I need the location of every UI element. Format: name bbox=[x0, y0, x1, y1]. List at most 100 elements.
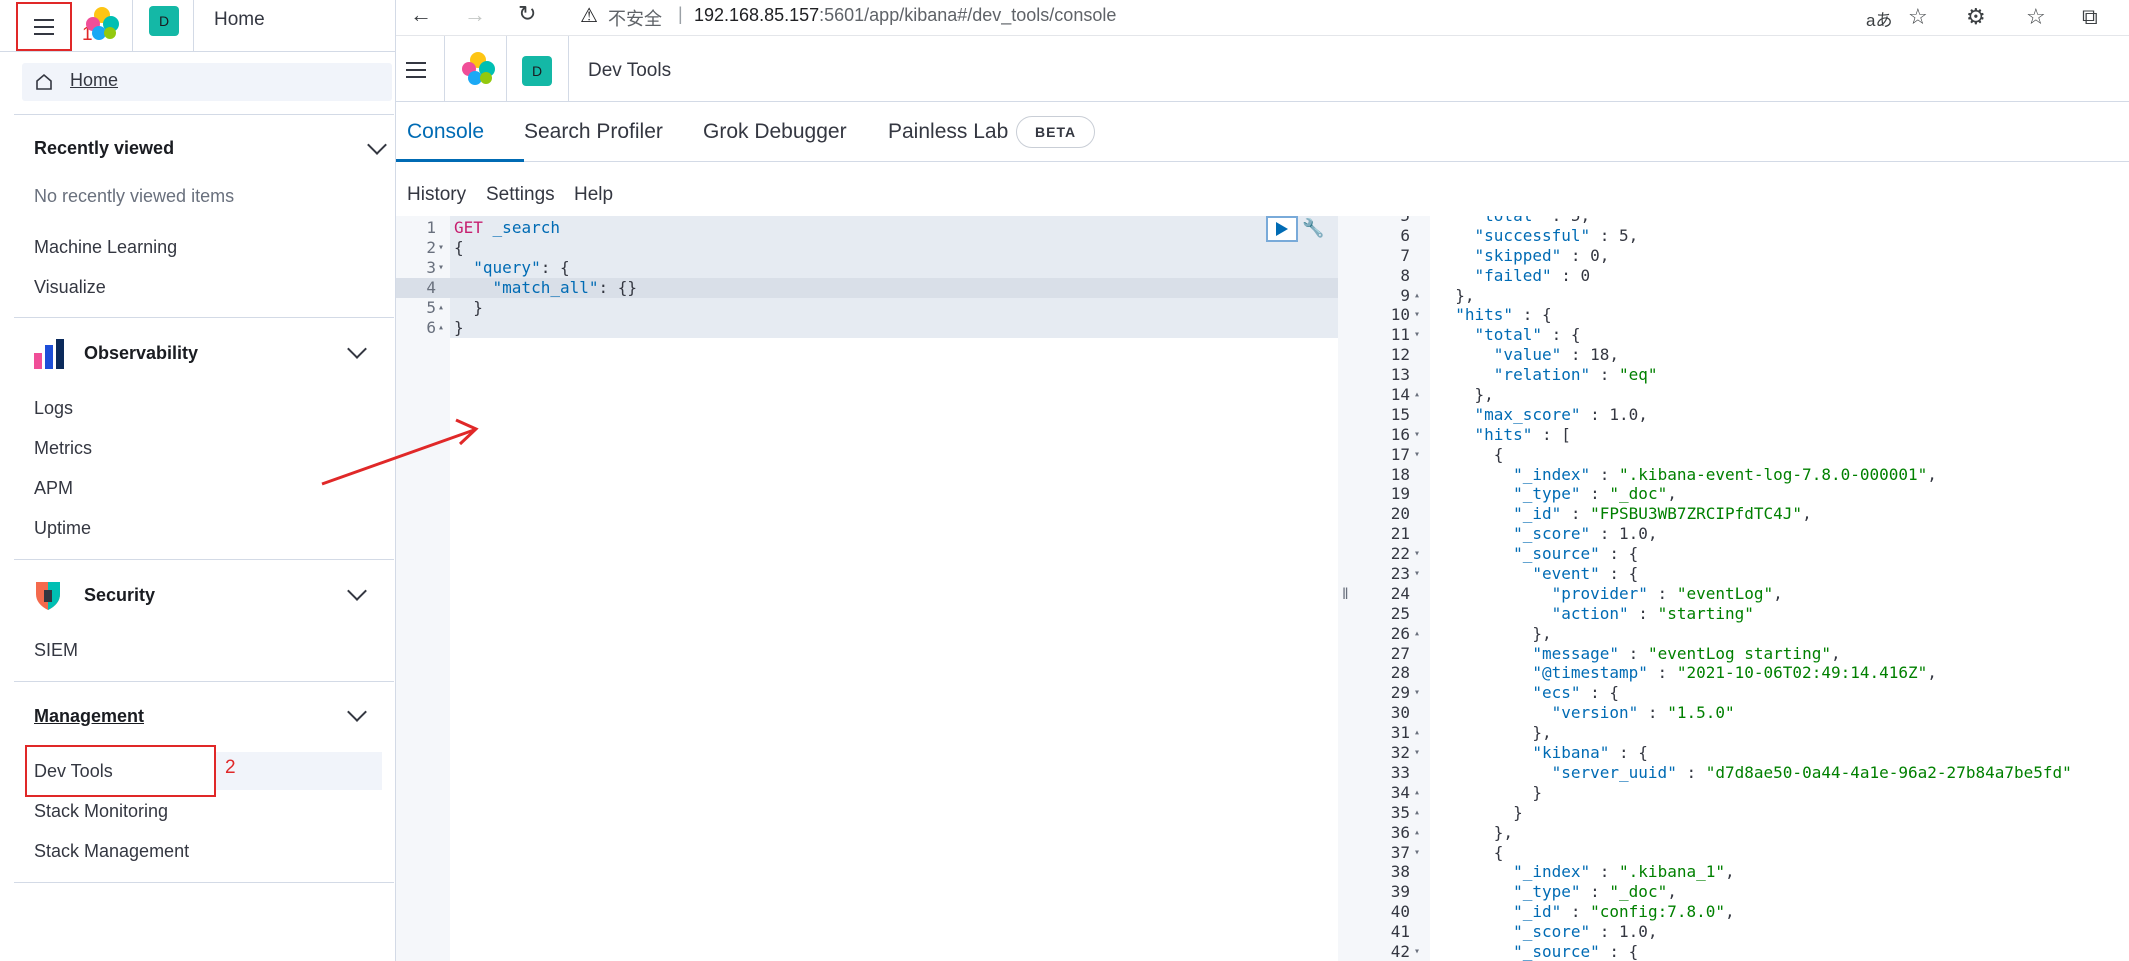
fold-toggle-icon[interactable]: ▾ bbox=[1414, 325, 1420, 345]
code-text: }, bbox=[1436, 623, 1552, 643]
menu-toggle-button[interactable] bbox=[16, 2, 72, 51]
editor-line[interactable]: 4 "match_all": {} bbox=[396, 278, 1296, 298]
tab-console[interactable]: Console bbox=[407, 120, 484, 144]
collections-icon[interactable]: ⧉ bbox=[2082, 4, 2098, 30]
line-number: 25 bbox=[1390, 603, 1410, 623]
fold-toggle-icon[interactable]: ▴ bbox=[1414, 783, 1420, 803]
editor-line[interactable]: 5 ▴ } bbox=[396, 298, 1296, 318]
fold-toggle-icon[interactable]: ▾ bbox=[438, 238, 444, 258]
fold-toggle-icon[interactable]: ▾ bbox=[438, 258, 444, 278]
code-text: "_type" : "_doc", bbox=[1513, 484, 1677, 504]
line-number: 27 bbox=[1390, 643, 1410, 663]
header-divider bbox=[506, 36, 507, 102]
favorites-icon[interactable]: ☆ bbox=[2026, 4, 2046, 30]
kibana-header: D Dev Tools bbox=[396, 36, 2129, 102]
fold-toggle-icon[interactable]: ▾ bbox=[1414, 683, 1420, 703]
tab-grok-debugger[interactable]: Grok Debugger bbox=[703, 120, 847, 144]
nav-item-stack-monitoring[interactable]: Stack Monitoring bbox=[34, 801, 168, 822]
space-avatar[interactable]: D bbox=[522, 56, 552, 86]
chevron-down-icon[interactable] bbox=[347, 339, 367, 359]
code-text: "hits" : { bbox=[1455, 305, 1552, 325]
forward-arrow-icon[interactable]: → bbox=[464, 2, 486, 28]
nav-item-stack-management[interactable]: Stack Management bbox=[34, 841, 189, 862]
nav-item-metrics[interactable]: Metrics bbox=[34, 438, 92, 459]
pane-resizer[interactable]: ‖ bbox=[1338, 216, 1358, 961]
response-output[interactable]: 5 "total" : 5, 6 "successful" : 5, 7 "skip… bbox=[1358, 216, 2129, 961]
hamburger-icon bbox=[34, 18, 54, 35]
hamburger-icon[interactable] bbox=[406, 62, 426, 78]
nav-item-uptime[interactable]: Uptime bbox=[34, 518, 91, 539]
breadcrumb-home[interactable]: Home bbox=[214, 9, 265, 31]
editor-line[interactable]: 3 ▾ "query": { bbox=[396, 258, 1296, 278]
tab-search-profiler[interactable]: Search Profiler bbox=[524, 120, 663, 144]
url-text: 192.168.85.157:5601/app/kibana#/dev_tool… bbox=[694, 5, 1116, 26]
code-text: "message" : "eventLog starting", bbox=[1532, 643, 1841, 663]
header-divider bbox=[132, 0, 133, 52]
nav-home-link[interactable]: Home bbox=[22, 63, 392, 101]
space-avatar[interactable]: D bbox=[149, 6, 179, 36]
chevron-down-icon[interactable] bbox=[367, 135, 387, 155]
line-number: 6 bbox=[426, 318, 436, 337]
fold-toggle-icon[interactable]: ▴ bbox=[438, 298, 444, 318]
observability-icon bbox=[34, 339, 64, 369]
nav-item-siem[interactable]: SIEM bbox=[34, 640, 78, 661]
fold-toggle-icon[interactable]: ▾ bbox=[1414, 445, 1420, 465]
elastic-logo-icon[interactable] bbox=[462, 52, 496, 86]
chevron-down-icon[interactable] bbox=[347, 702, 367, 722]
fold-toggle-icon[interactable]: ▴ bbox=[1414, 624, 1420, 644]
nav-item-apm[interactable]: APM bbox=[34, 478, 73, 499]
send-request-button[interactable] bbox=[1266, 216, 1298, 242]
fold-toggle-icon[interactable]: ▾ bbox=[1414, 942, 1420, 961]
nav-header: 1 D Home bbox=[0, 0, 396, 52]
editor-line[interactable]: 6 ▴} bbox=[396, 318, 1296, 338]
devtools-tabs: Console Search Profiler Grok Debugger Pa… bbox=[396, 104, 2129, 162]
line-number: 18 bbox=[1390, 464, 1410, 484]
settings-link[interactable]: Settings bbox=[486, 184, 555, 206]
code-text: "_score" : 1.0, bbox=[1513, 524, 1658, 544]
fold-toggle-icon[interactable]: ▴ bbox=[1414, 803, 1420, 823]
resize-grip-icon[interactable]: ‖ bbox=[1342, 586, 1349, 604]
fold-toggle-icon[interactable]: ▾ bbox=[1414, 544, 1420, 564]
page-title: Dev Tools bbox=[588, 60, 672, 81]
fold-toggle-icon[interactable]: ▴ bbox=[1414, 723, 1420, 743]
back-arrow-icon[interactable]: ← bbox=[410, 2, 432, 28]
line-number: 15 bbox=[1390, 404, 1410, 424]
fold-toggle-icon[interactable]: ▴ bbox=[438, 318, 444, 338]
chevron-down-icon[interactable] bbox=[347, 581, 367, 601]
fold-toggle-icon[interactable]: ▾ bbox=[1414, 305, 1420, 325]
nav-item-machine-learning[interactable]: Machine Learning bbox=[34, 237, 177, 258]
nav-item-logs[interactable]: Logs bbox=[34, 398, 73, 419]
favorite-add-icon[interactable]: ☆ bbox=[1908, 4, 1928, 30]
warning-icon[interactable]: ⚠ bbox=[580, 3, 598, 28]
line-number: 6 bbox=[1400, 225, 1410, 245]
fold-toggle-icon[interactable]: ▴ bbox=[1414, 823, 1420, 843]
tab-painless-lab[interactable]: Painless Lab bbox=[888, 120, 1008, 144]
line-number: 34 bbox=[1390, 782, 1410, 802]
fold-toggle-icon[interactable]: ▴ bbox=[1414, 286, 1420, 306]
code-text: "_source" : { bbox=[1513, 544, 1639, 564]
editor-line[interactable]: 2 ▾ { bbox=[396, 238, 1296, 258]
request-editor[interactable]: 1 GET _search 2 ▾{3 ▾ "query": {4 "match_all… bbox=[321, 216, 1338, 961]
management-title[interactable]: Management bbox=[34, 706, 144, 727]
code-text: "@timestamp" : "2021-10-06T02:49:14.416Z… bbox=[1532, 663, 1937, 683]
fold-toggle-icon[interactable]: ▾ bbox=[1414, 564, 1420, 584]
help-link[interactable]: Help bbox=[574, 184, 613, 206]
nav-item-dev-tools[interactable]: Dev Tools bbox=[34, 761, 113, 782]
fold-toggle-icon[interactable]: ▾ bbox=[1414, 743, 1420, 763]
divider bbox=[14, 114, 394, 115]
reload-icon[interactable]: ↻ bbox=[518, 1, 536, 27]
insecure-label: 不安全 bbox=[608, 9, 662, 29]
header-divider bbox=[568, 36, 569, 102]
line-number: 30 bbox=[1390, 703, 1410, 723]
history-link[interactable]: History bbox=[407, 184, 466, 206]
url-host: 192.168.85.157 bbox=[694, 5, 820, 25]
elastic-logo-icon[interactable] bbox=[86, 7, 120, 41]
fold-toggle-icon[interactable]: ▾ bbox=[1414, 843, 1420, 863]
editor-line[interactable]: 1 GET _search bbox=[396, 218, 1296, 238]
wrench-icon[interactable]: 🔧 bbox=[1302, 218, 1324, 239]
nav-item-visualize[interactable]: Visualize bbox=[34, 277, 106, 298]
fold-toggle-icon[interactable]: ▴ bbox=[1414, 385, 1420, 405]
extensions-icon[interactable]: ⚙ bbox=[1966, 4, 1986, 30]
fold-toggle-icon[interactable]: ▾ bbox=[1414, 425, 1420, 445]
read-aloud-icon[interactable]: aあ bbox=[1866, 6, 1892, 31]
